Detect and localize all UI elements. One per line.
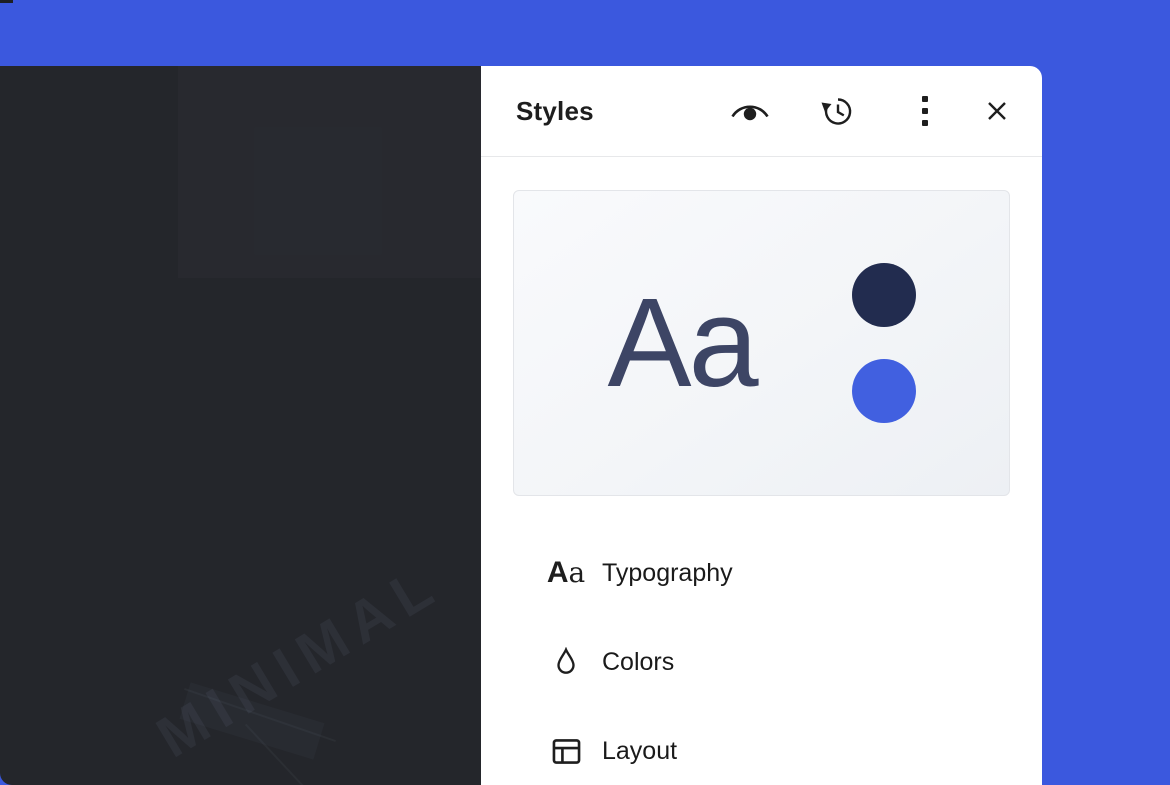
styles-nav-list: Aa Typography Colors (513, 549, 1010, 775)
nav-item-colors[interactable]: Colors (513, 638, 1010, 686)
panel-title: Styles (516, 96, 594, 127)
palette-circles (852, 263, 916, 423)
styles-panel-body: Aa Aa Typography (481, 157, 1042, 775)
panel-header-actions (726, 87, 1021, 135)
editor-window: MINIMAL Styles (0, 0, 1170, 785)
top-left-cutoff-element (0, 0, 13, 3)
styles-panel: Styles (481, 66, 1042, 785)
style-book-button[interactable] (726, 87, 774, 135)
styles-preview-card[interactable]: Aa (513, 190, 1010, 496)
palette-circle-dark (852, 263, 916, 327)
more-menu-icon (922, 96, 928, 126)
dimmed-preview-block (178, 66, 481, 278)
typography-icon: Aa (547, 558, 585, 588)
palette-circle-blue (852, 359, 916, 423)
droplet-icon (547, 647, 585, 677)
nav-item-label: Colors (602, 648, 674, 677)
nav-item-label: Typography (602, 559, 733, 588)
layout-icon (547, 734, 585, 769)
eye-icon (730, 97, 770, 125)
more-options-button[interactable] (901, 87, 949, 135)
revisions-button[interactable] (813, 87, 861, 135)
font-specimen: Aa (607, 280, 755, 406)
nav-item-label: Layout (602, 737, 677, 766)
nav-item-typography[interactable]: Aa Typography (513, 549, 1010, 597)
nav-item-layout[interactable]: Layout (513, 727, 1010, 775)
close-panel-button[interactable] (973, 87, 1021, 135)
close-icon (986, 100, 1008, 122)
styles-panel-header: Styles (481, 66, 1042, 157)
history-icon (819, 93, 855, 129)
dimmed-editor-canvas[interactable]: MINIMAL (0, 66, 481, 785)
